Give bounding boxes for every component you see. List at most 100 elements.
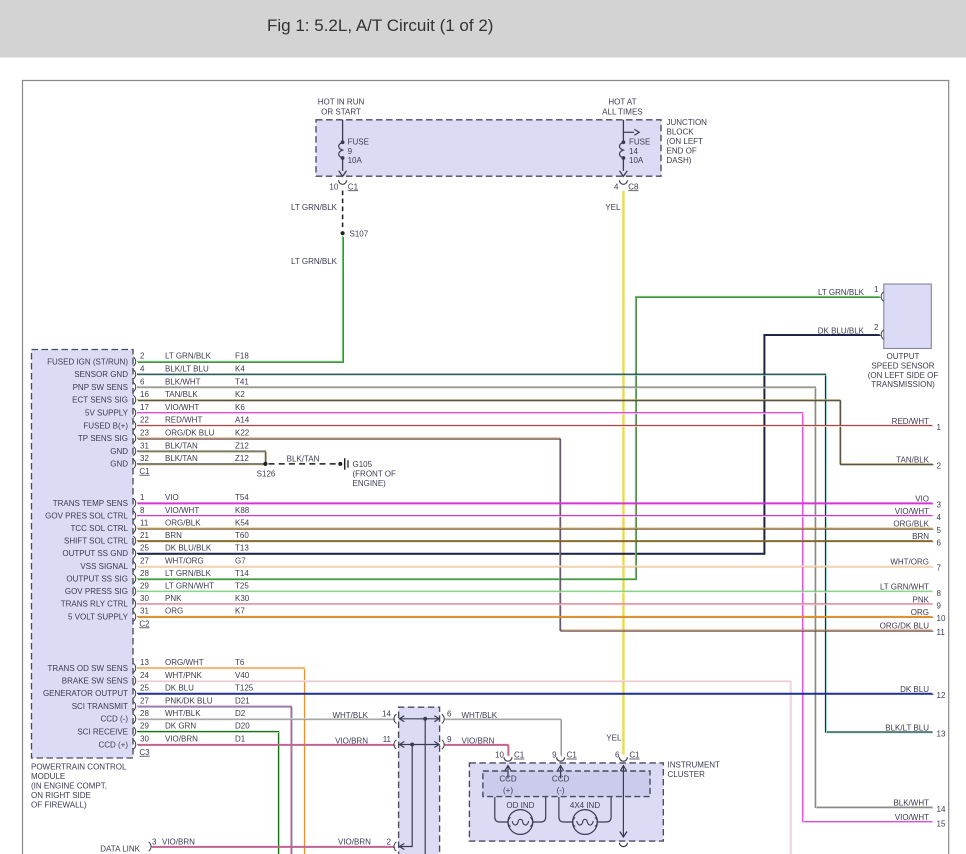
svg-text:TP SENS SIG: TP SENS SIG (78, 434, 128, 443)
svg-text:LT GRN/BLK: LT GRN/BLK (165, 352, 212, 361)
svg-text:CCD: CCD (499, 774, 517, 783)
svg-text:TRANS TEMP SENS: TRANS TEMP SENS (53, 499, 128, 508)
svg-text:C2: C2 (139, 619, 150, 628)
svg-text:SENSOR GND: SENSOR GND (74, 370, 128, 379)
svg-text:9: 9 (937, 602, 942, 611)
svg-text:WHT/BLK: WHT/BLK (462, 711, 498, 720)
svg-text:Fig 1: 5.2L, A/T Circuit (1 of: Fig 1: 5.2L, A/T Circuit (1 of 2) (267, 16, 493, 35)
svg-text:VSS SIGNAL: VSS SIGNAL (80, 562, 128, 571)
svg-text:DASH): DASH) (667, 156, 692, 165)
svg-text:ORG/DK BLU: ORG/DK BLU (165, 429, 215, 438)
svg-text:VIO: VIO (915, 494, 929, 503)
svg-text:(+): (+) (503, 786, 513, 795)
svg-text:S107: S107 (350, 229, 369, 238)
svg-text:31: 31 (140, 441, 149, 450)
svg-text:D21: D21 (235, 696, 250, 705)
svg-text:30: 30 (140, 735, 149, 744)
svg-text:ENGINE): ENGINE) (353, 479, 387, 488)
svg-text:D20: D20 (235, 722, 250, 731)
svg-text:BLK/WHT: BLK/WHT (165, 377, 201, 386)
svg-text:K7: K7 (235, 607, 245, 616)
svg-text:(-): (-) (557, 786, 565, 795)
svg-text:BRN: BRN (912, 532, 929, 541)
svg-text:WHT/BLK: WHT/BLK (165, 709, 201, 718)
svg-text:29: 29 (140, 582, 149, 591)
svg-text:14: 14 (937, 805, 946, 814)
svg-text:OR START: OR START (321, 107, 361, 116)
svg-text:TRANSMISSION): TRANSMISSION) (871, 380, 935, 389)
svg-text:1: 1 (937, 423, 942, 432)
svg-text:LT GRN/BLK: LT GRN/BLK (291, 203, 338, 212)
svg-text:PNP SW SENS: PNP SW SENS (73, 383, 128, 392)
svg-text:14: 14 (629, 147, 638, 156)
svg-text:WHT/PNK: WHT/PNK (165, 671, 203, 680)
svg-text:INSTRUMENT: INSTRUMENT (668, 760, 721, 769)
svg-text:CCD: CCD (552, 774, 570, 783)
svg-text:T14: T14 (235, 569, 249, 578)
svg-text:K30: K30 (235, 594, 250, 603)
svg-text:RED/WHT: RED/WHT (165, 416, 202, 425)
svg-text:T60: T60 (235, 531, 249, 540)
svg-text:WHT/ORG: WHT/ORG (165, 556, 204, 565)
svg-text:GOV PRESS SIG: GOV PRESS SIG (65, 587, 128, 596)
svg-text:TAN/BLK: TAN/BLK (896, 455, 929, 464)
svg-text:13: 13 (140, 658, 149, 667)
svg-text:5 VOLT SUPPLY: 5 VOLT SUPPLY (68, 612, 129, 621)
svg-text:BLK/WHT: BLK/WHT (893, 799, 929, 808)
svg-text:GND: GND (110, 460, 128, 469)
svg-text:D1: D1 (235, 735, 246, 744)
svg-text:10A: 10A (348, 156, 363, 165)
svg-text:2: 2 (874, 323, 879, 332)
svg-text:1: 1 (874, 285, 879, 294)
svg-text:6: 6 (615, 751, 620, 760)
svg-text:FUSED B(+): FUSED B(+) (83, 421, 128, 430)
svg-text:VIO/WHT: VIO/WHT (895, 507, 929, 516)
svg-text:13: 13 (937, 730, 946, 739)
svg-text:G105: G105 (353, 460, 373, 469)
svg-text:6: 6 (937, 538, 942, 547)
svg-text:12: 12 (937, 691, 946, 700)
svg-text:SCI TRANSMIT: SCI TRANSMIT (72, 702, 128, 711)
svg-text:LT GRN/BLK: LT GRN/BLK (818, 288, 865, 297)
svg-text:VIO/BRN: VIO/BRN (162, 837, 195, 846)
svg-text:VIO/BRN: VIO/BRN (165, 735, 198, 744)
svg-text:28: 28 (140, 569, 149, 578)
svg-text:OUTPUT SS SIG: OUTPUT SS SIG (66, 575, 128, 584)
svg-text:SCI RECEIVE: SCI RECEIVE (77, 727, 128, 736)
svg-text:CLUSTER: CLUSTER (668, 770, 706, 779)
svg-text:4: 4 (614, 182, 619, 191)
svg-text:YEL: YEL (606, 734, 622, 743)
svg-text:PNK: PNK (165, 594, 182, 603)
svg-text:WHT/BLK: WHT/BLK (332, 711, 368, 720)
svg-text:DK BLU/BLK: DK BLU/BLK (165, 544, 212, 553)
svg-text:28: 28 (140, 709, 149, 718)
svg-text:1: 1 (140, 493, 145, 502)
svg-text:MODULE: MODULE (31, 772, 65, 781)
svg-text:F18: F18 (235, 352, 249, 361)
svg-text:GOV PRES SOL CTRL: GOV PRES SOL CTRL (45, 511, 128, 520)
svg-text:3: 3 (152, 837, 157, 846)
svg-text:9: 9 (447, 735, 452, 744)
svg-text:OUTPUT: OUTPUT (887, 352, 920, 361)
svg-text:VIO: VIO (165, 493, 179, 502)
svg-text:24: 24 (140, 671, 149, 680)
svg-text:GND: GND (110, 447, 128, 456)
svg-text:K6: K6 (235, 403, 245, 412)
svg-text:29: 29 (140, 722, 149, 731)
svg-text:TAN/BLK: TAN/BLK (165, 390, 198, 399)
svg-text:PNK: PNK (913, 595, 930, 604)
svg-text:27: 27 (140, 696, 149, 705)
svg-text:LT GRN/WHT: LT GRN/WHT (880, 583, 929, 592)
svg-text:4: 4 (937, 513, 942, 522)
svg-text:8: 8 (140, 506, 145, 515)
svg-text:BLK/LT BLU: BLK/LT BLU (165, 365, 209, 374)
svg-text:POWERTRAIN CONTROL: POWERTRAIN CONTROL (31, 762, 127, 771)
svg-text:T13: T13 (235, 544, 249, 553)
svg-text:C1: C1 (629, 751, 640, 760)
svg-text:15: 15 (937, 819, 946, 828)
svg-text:Z12: Z12 (235, 454, 249, 463)
svg-text:CCD (+): CCD (+) (98, 740, 128, 749)
svg-text:4X4 IND: 4X4 IND (570, 801, 600, 810)
svg-text:C1: C1 (514, 751, 525, 760)
svg-text:K88: K88 (235, 506, 250, 515)
